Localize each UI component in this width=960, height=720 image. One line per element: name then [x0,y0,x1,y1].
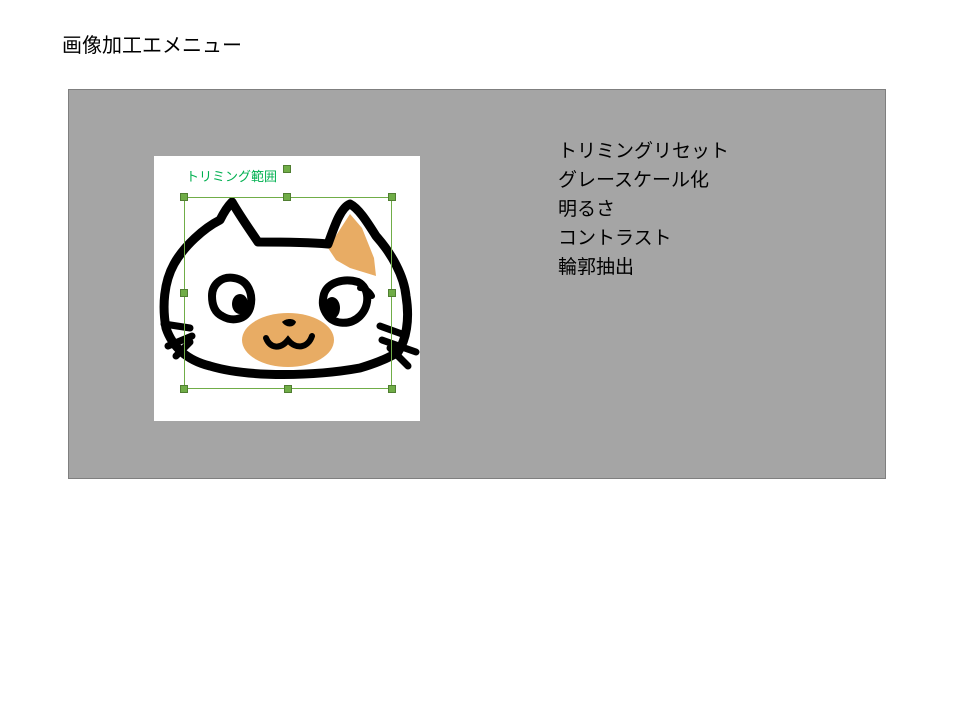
trim-selection-box[interactable] [184,197,392,389]
trim-handle-bottom-center[interactable] [284,385,292,393]
trim-handle-top-right[interactable] [388,193,396,201]
trim-area-label: トリミング範囲 [186,170,278,185]
menu-item-grayscale[interactable]: グレースケール化 [558,166,729,195]
trim-handle-top-left[interactable] [180,193,188,201]
trim-rotate-handle[interactable] [283,165,291,173]
menu-item-brightness[interactable]: 明るさ [558,195,729,224]
trim-handle-bottom-left[interactable] [180,385,188,393]
trim-handle-middle-left[interactable] [180,289,188,297]
menu-item-trim-reset[interactable]: トリミングリセット [558,137,729,166]
trim-handle-middle-right[interactable] [388,289,396,297]
slide: 画像加工エメニュー トリミング範囲 トリミングリセット グレースケール化 明るさ… [0,0,960,720]
menu-item-contrast[interactable]: コントラスト [558,224,729,253]
menu-item-edge-detect[interactable]: 輪郭抽出 [558,253,729,282]
trim-handle-top-center[interactable] [283,193,291,201]
edit-menu: トリミングリセット グレースケール化 明るさ コントラスト 輪郭抽出 [558,137,729,282]
page-title: 画像加工エメニュー [62,33,242,57]
trim-handle-bottom-right[interactable] [388,385,396,393]
